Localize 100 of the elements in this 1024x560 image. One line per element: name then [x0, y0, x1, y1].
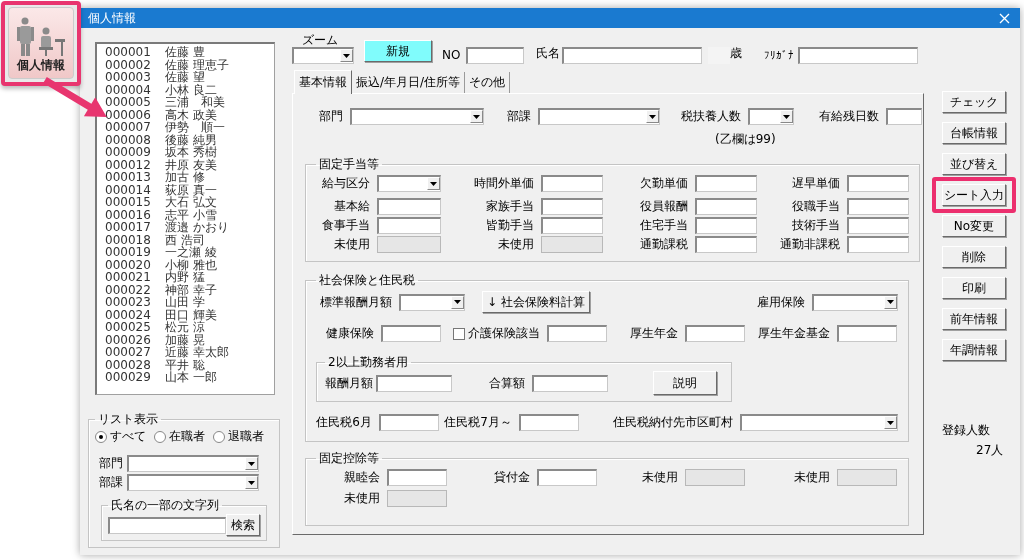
input-field[interactable]: [798, 47, 919, 64]
input-field[interactable]: [695, 198, 757, 215]
input-field[interactable]: [519, 414, 579, 431]
input-field[interactable]: [541, 217, 603, 234]
input-field[interactable]: [108, 516, 226, 534]
side-button[interactable]: 印刷: [942, 277, 1006, 299]
dropdown-field[interactable]: [740, 414, 898, 431]
input-field[interactable]: [547, 325, 607, 342]
radio-button[interactable]: [154, 430, 166, 443]
employee-name[interactable]: 加古 修: [165, 171, 205, 184]
close-icon[interactable]: [999, 12, 1010, 24]
employee-name[interactable]: 一之瀬 綾: [165, 246, 217, 259]
side-button[interactable]: チェック: [942, 91, 1006, 113]
employee-number[interactable]: 000001: [105, 46, 165, 59]
tab[interactable]: 振込/年月日/住所等: [352, 72, 466, 93]
launcher-button[interactable]: 個人情報: [8, 7, 74, 79]
employee-name[interactable]: 後藤 純男: [165, 133, 217, 146]
input-field[interactable]: [376, 374, 452, 392]
side-button[interactable]: 削除: [942, 246, 1006, 268]
employee-name[interactable]: 佐藤 豊: [165, 46, 205, 59]
employee-number[interactable]: 000017: [105, 221, 165, 234]
input-field[interactable]: [541, 175, 603, 192]
employee-number[interactable]: 000007: [105, 121, 165, 134]
action-button[interactable]: ↓ 社会保険料計算: [482, 291, 590, 313]
employee-number[interactable]: 000029: [105, 371, 165, 384]
tab[interactable]: その他: [465, 72, 511, 93]
tab[interactable]: 基本情報: [294, 70, 352, 94]
radio-button[interactable]: [95, 430, 107, 443]
dropdown-field[interactable]: [377, 175, 441, 192]
action-button[interactable]: 説明: [653, 371, 717, 395]
employee-name[interactable]: 西 浩司: [165, 233, 205, 246]
input-field[interactable]: [466, 47, 525, 64]
employee-name[interactable]: 平井 聡: [165, 358, 205, 371]
employee-number[interactable]: 000014: [105, 183, 165, 196]
employee-number[interactable]: 000005: [105, 96, 165, 109]
employee-name[interactable]: 田口 輝美: [165, 308, 217, 321]
employee-name[interactable]: 志平 小雪: [165, 208, 217, 221]
side-button[interactable]: 年調情報: [942, 339, 1006, 361]
input-field[interactable]: [685, 325, 745, 342]
employee-name[interactable]: 山田 学: [165, 296, 205, 309]
employee-name[interactable]: 坂本 秀樹: [165, 146, 217, 159]
employee-number[interactable]: 000023: [105, 296, 165, 309]
input-field[interactable]: [886, 108, 922, 125]
input-field[interactable]: [381, 325, 441, 342]
employee-name[interactable]: 小林 良二: [165, 83, 217, 96]
input-field[interactable]: [847, 175, 909, 192]
dropdown-field[interactable]: [350, 108, 484, 125]
employee-name[interactable]: 佐藤 望: [165, 71, 205, 84]
employee-number[interactable]: 000028: [105, 358, 165, 371]
dropdown-field[interactable]: [292, 47, 354, 64]
employee-number[interactable]: 000004: [105, 83, 165, 96]
employee-number[interactable]: 000016: [105, 208, 165, 221]
input-field[interactable]: [562, 47, 703, 64]
search-button[interactable]: 検索: [226, 514, 260, 536]
input-field[interactable]: [847, 217, 909, 234]
employee-number[interactable]: 000003: [105, 71, 165, 84]
employee-name[interactable]: 松元 涼: [165, 321, 205, 334]
input-field[interactable]: [377, 198, 441, 215]
employee-number[interactable]: 000025: [105, 321, 165, 334]
employee-number[interactable]: 000022: [105, 283, 165, 296]
dropdown-field[interactable]: [538, 108, 660, 125]
employee-name[interactable]: 神部 幸子: [165, 283, 217, 296]
employee-number[interactable]: 000021: [105, 271, 165, 284]
employee-number[interactable]: 000015: [105, 196, 165, 209]
employee-name[interactable]: 小柳 雅也: [165, 258, 217, 271]
dropdown-field[interactable]: [399, 293, 465, 311]
employee-number[interactable]: 000026: [105, 333, 165, 346]
input-field[interactable]: [695, 236, 757, 253]
side-button[interactable]: シート入力: [942, 184, 1006, 206]
input-field[interactable]: [379, 414, 439, 431]
input-field[interactable]: [695, 175, 757, 192]
side-button[interactable]: 台帳情報: [942, 122, 1006, 144]
employee-number[interactable]: 000019: [105, 246, 165, 259]
input-field[interactable]: [695, 217, 757, 234]
employee-number[interactable]: 000013: [105, 171, 165, 184]
employee-name[interactable]: 加藤 晃: [165, 333, 205, 346]
employee-number[interactable]: 000027: [105, 346, 165, 359]
employee-number[interactable]: 000024: [105, 308, 165, 321]
employee-name[interactable]: 山本 一郎: [165, 371, 217, 384]
dropdown-field[interactable]: [127, 474, 259, 491]
employee-name[interactable]: 近藤 幸太郎: [165, 346, 229, 359]
dropdown-field[interactable]: [127, 455, 259, 472]
input-field[interactable]: [541, 198, 603, 215]
new-button[interactable]: 新規: [364, 40, 432, 62]
input-field[interactable]: [837, 325, 897, 342]
dropdown-field[interactable]: [748, 108, 794, 125]
side-button[interactable]: 並び替え: [942, 153, 1006, 175]
input-field[interactable]: [537, 469, 597, 486]
input-field[interactable]: [847, 198, 909, 215]
employee-name[interactable]: 井原 友美: [165, 158, 217, 171]
side-button[interactable]: 前年情報: [942, 308, 1006, 330]
employee-name[interactable]: 佐藤 理恵子: [165, 58, 229, 71]
dropdown-field[interactable]: [812, 293, 898, 311]
input-field[interactable]: [377, 217, 441, 234]
employee-number[interactable]: 000018: [105, 233, 165, 246]
input-field[interactable]: [387, 469, 447, 486]
employee-number[interactable]: 000009: [105, 146, 165, 159]
employee-number[interactable]: 000002: [105, 58, 165, 71]
employee-name[interactable]: 渡邉 かおり: [165, 221, 229, 234]
checkbox[interactable]: [453, 327, 465, 340]
